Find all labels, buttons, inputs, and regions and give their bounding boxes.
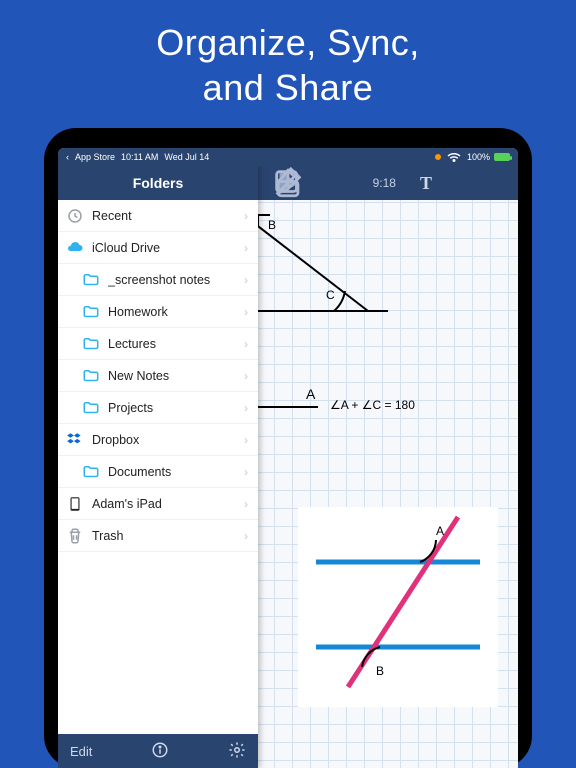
statusbar-time: 10:11 AM xyxy=(121,152,158,162)
sidebar-item-label: Trash xyxy=(92,529,244,543)
sidebar-item-lectures[interactable]: Lectures› xyxy=(58,328,258,360)
sidebar-item-trash[interactable]: Trash› xyxy=(58,520,258,552)
sidebar-item-documents[interactable]: Documents› xyxy=(58,456,258,488)
sidebar-item--screenshot-notes[interactable]: _screenshot notes› xyxy=(58,264,258,296)
info-icon[interactable] xyxy=(151,741,169,762)
chevron-right-icon: › xyxy=(244,369,248,383)
sidebar-item-label: Dropbox xyxy=(92,433,244,447)
back-chevron-icon: ‹ xyxy=(66,152,69,162)
tablet-frame: ‹ App Store 10:11 AM Wed Jul 14 100% xyxy=(44,128,532,768)
equation-text: ∠A + ∠C = 180 xyxy=(330,398,415,412)
chevron-right-icon: › xyxy=(244,305,248,319)
chevron-right-icon: › xyxy=(244,529,248,543)
sidebar-item-icloud-drive[interactable]: iCloud Drive› xyxy=(58,232,258,264)
label-A: A xyxy=(306,386,315,402)
sidebar-item-projects[interactable]: Projects› xyxy=(58,392,258,424)
battery-icon xyxy=(494,153,510,161)
chevron-right-icon: › xyxy=(244,209,248,223)
sidebar-item-homework[interactable]: Homework› xyxy=(58,296,258,328)
folders-sidebar: Folders Recent›iCloud Drive›_screenshot … xyxy=(58,166,258,768)
statusbar-back-label[interactable]: App Store xyxy=(75,152,115,162)
sidebar-item-label: Adam's iPad xyxy=(92,497,244,511)
sidebar-item-recent[interactable]: Recent› xyxy=(58,200,258,232)
edit-button[interactable]: Edit xyxy=(70,744,92,759)
hero-title: Organize, Sync, and Share xyxy=(0,0,576,110)
wifi-icon xyxy=(445,148,463,167)
folder-icon xyxy=(74,335,108,353)
label-B2: B xyxy=(376,664,384,678)
sidebar-item-label: Homework xyxy=(108,305,244,319)
folder-icon xyxy=(74,303,108,321)
trash-icon xyxy=(58,527,92,545)
sidebar-item-label: Documents xyxy=(108,465,244,479)
label-C: C xyxy=(326,288,335,302)
folder-icon xyxy=(74,399,108,417)
recording-indicator-icon xyxy=(435,154,441,160)
clock-icon xyxy=(58,207,92,225)
chevron-right-icon: › xyxy=(244,433,248,447)
sidebar-item-adam-s-ipad[interactable]: Adam's iPad› xyxy=(58,488,258,520)
sidebar-title: Folders xyxy=(58,166,258,200)
label-B: B xyxy=(268,218,276,232)
sidebar-item-dropbox[interactable]: Dropbox› xyxy=(58,424,258,456)
chevron-right-icon: › xyxy=(244,497,248,511)
label-A2: A xyxy=(436,524,444,538)
folder-list[interactable]: Recent›iCloud Drive›_screenshot notes›Ho… xyxy=(58,200,258,734)
chevron-right-icon: › xyxy=(244,273,248,287)
chevron-right-icon: › xyxy=(244,465,248,479)
gear-icon[interactable] xyxy=(228,741,246,762)
dropbox-icon xyxy=(58,431,92,449)
chevron-right-icon: › xyxy=(244,401,248,415)
chevron-right-icon: › xyxy=(244,241,248,255)
sidebar-footer: Edit xyxy=(58,734,258,768)
status-bar: ‹ App Store 10:11 AM Wed Jul 14 100% xyxy=(58,148,518,166)
icloud-icon xyxy=(58,239,92,257)
sidebar-item-label: New Notes xyxy=(108,369,244,383)
sidebar-item-label: Projects xyxy=(108,401,244,415)
folder-icon xyxy=(74,367,108,385)
ipad-icon xyxy=(58,495,92,513)
sidebar-item-new-notes[interactable]: New Notes› xyxy=(58,360,258,392)
sidebar-item-label: _screenshot notes xyxy=(108,273,244,287)
sidebar-item-label: Recent xyxy=(92,209,244,223)
folder-icon xyxy=(74,463,108,481)
statusbar-date: Wed Jul 14 xyxy=(164,152,209,162)
sidebar-item-label: iCloud Drive xyxy=(92,241,244,255)
app-body: 9:18 T xyxy=(58,166,518,768)
battery-percent: 100% xyxy=(467,152,490,162)
sidebar-item-label: Lectures xyxy=(108,337,244,351)
screen: ‹ App Store 10:11 AM Wed Jul 14 100% xyxy=(58,148,518,768)
folder-icon xyxy=(74,271,108,289)
chevron-right-icon: › xyxy=(244,337,248,351)
